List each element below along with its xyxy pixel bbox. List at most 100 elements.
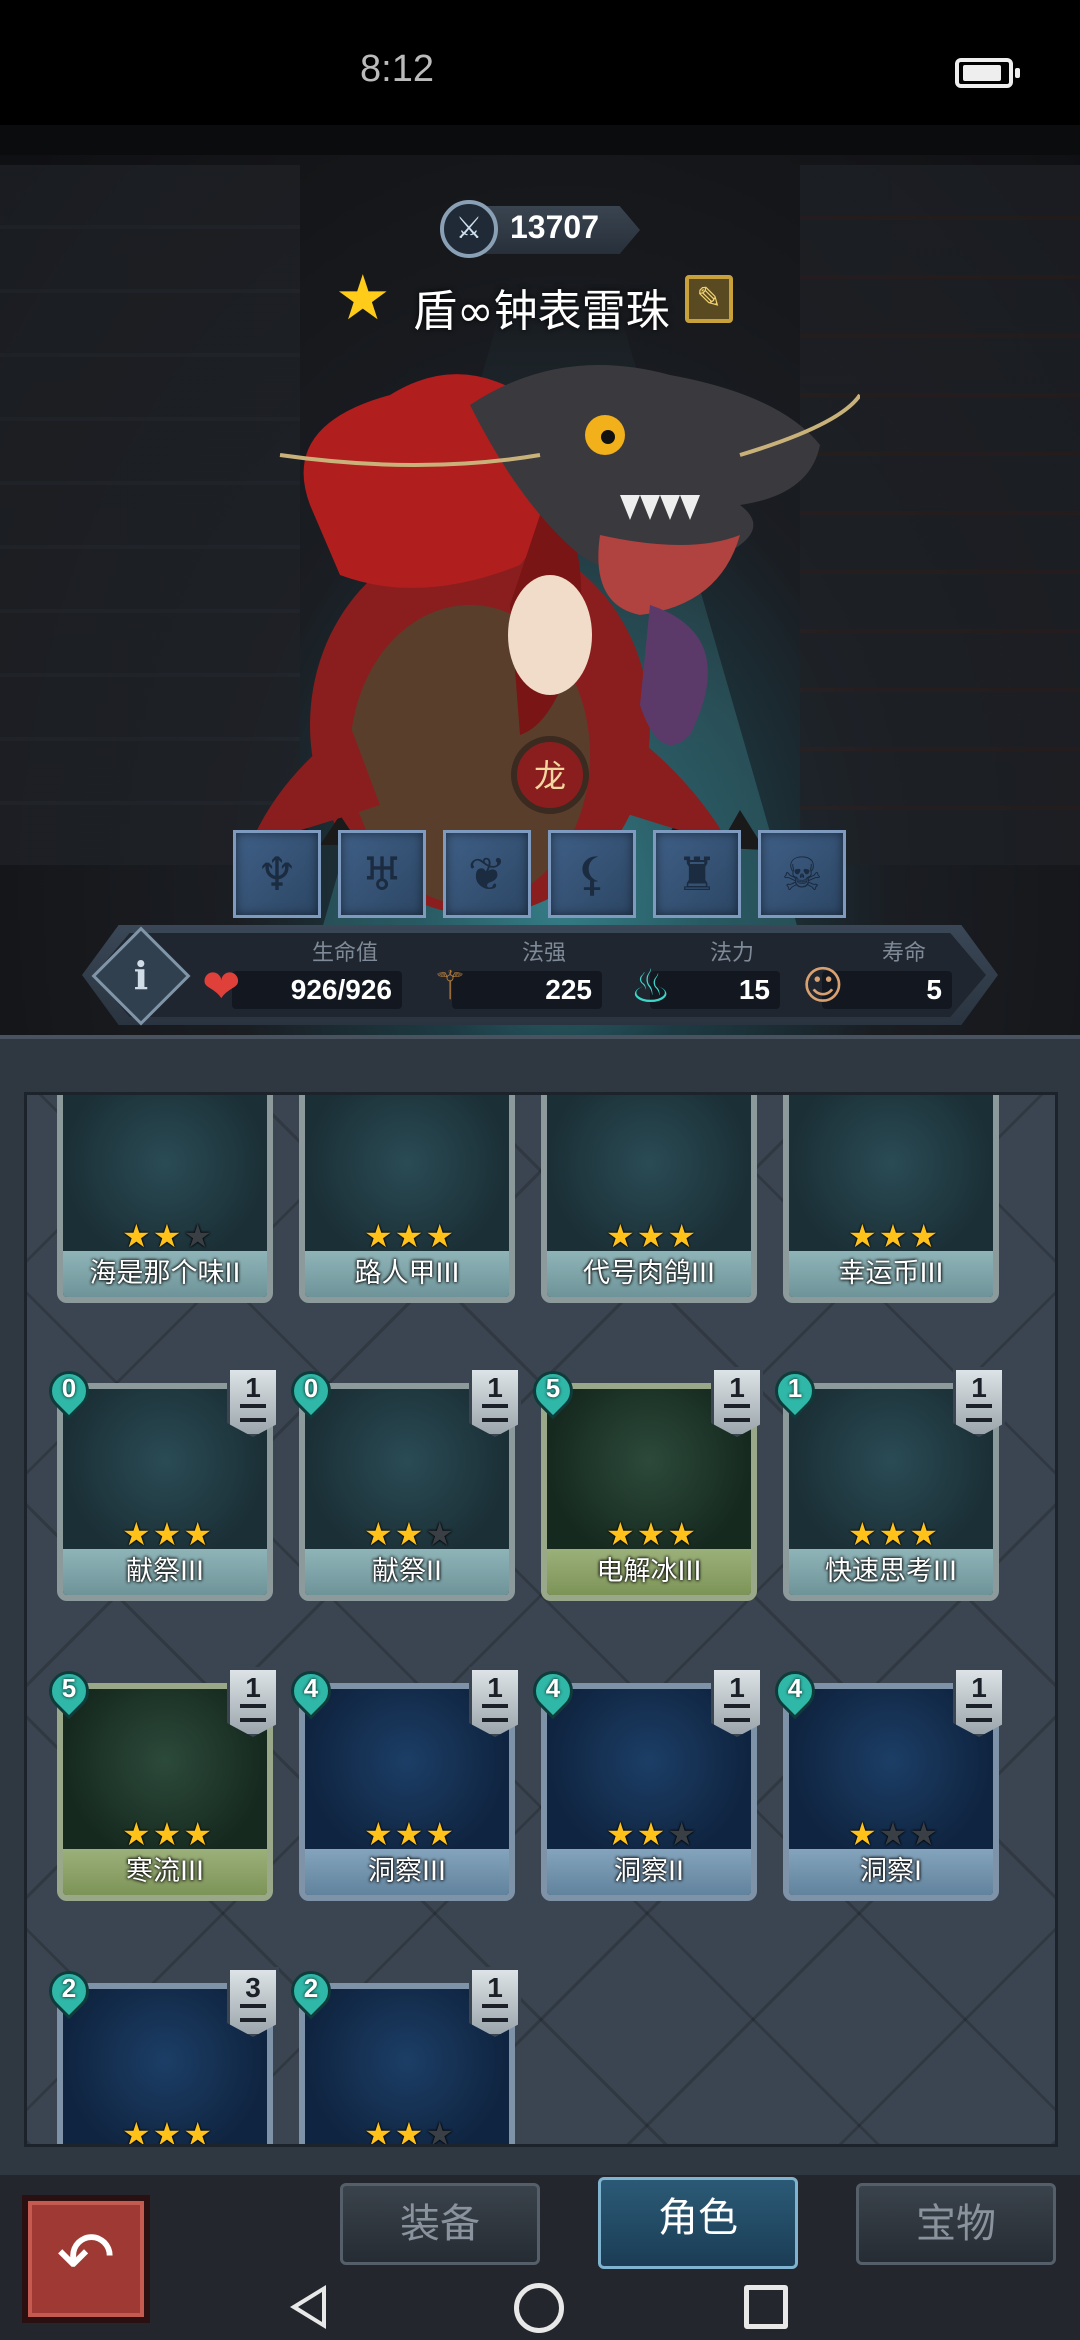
card-name: 洞察II — [547, 1849, 751, 1895]
stack-icon — [482, 1404, 508, 1422]
star-icon: ★ — [121, 1815, 151, 1853]
stat-spell-box: 225 — [452, 971, 602, 1009]
stack-icon — [724, 1704, 750, 1722]
stat-hp: 生命值 926/926 ❤ — [202, 935, 402, 1015]
mana-cost-value: 4 — [303, 1673, 319, 1703]
star-icon: ★ — [847, 1815, 877, 1853]
star-icon: ★ — [909, 1815, 939, 1853]
star-icon: ★ — [183, 2115, 213, 2147]
card[interactable]: ★ ★ ★ 海是那个味II — [57, 1095, 273, 1303]
mana-cost-badge: 1 — [766, 1362, 824, 1420]
card[interactable]: ★ ★ ★ 代号肉鸽III — [541, 1095, 757, 1303]
nav-home-icon[interactable] — [514, 2283, 564, 2333]
muscle-icon[interactable]: ♅ — [338, 830, 426, 918]
star-icon: ★ — [605, 1515, 635, 1553]
tab-equipment[interactable]: 装备 — [340, 2183, 540, 2265]
tab-treasure[interactable]: 宝物 — [856, 2183, 1056, 2265]
mana-cost-badge: 0 — [40, 1362, 98, 1420]
star-icon: ★ — [394, 1217, 424, 1255]
tower-icon[interactable]: ♜ — [653, 830, 741, 918]
stat-life-label: 寿命 — [882, 941, 927, 966]
card[interactable]: ★ ★ ★ 洞察III 4 1 — [282, 1662, 521, 1901]
mana-cost-badge: 5 — [40, 1662, 98, 1720]
stat-mana: 法力 15 ♨ — [630, 935, 780, 1015]
card-frame: ★ ★ ★ 代号肉鸽III — [541, 1095, 757, 1303]
card[interactable]: ★ ★ ★ 献祭II 0 1 — [282, 1362, 521, 1601]
star-icon: ★ — [152, 1815, 182, 1853]
skull-icon[interactable]: ☠ — [758, 830, 846, 918]
stack-icon — [482, 2004, 508, 2022]
status-bar: 8:12 — [0, 0, 1080, 125]
star-icon: ★ — [363, 1217, 393, 1255]
tab-character[interactable]: 角色 — [598, 2177, 798, 2269]
stat-spell-label: 法强 — [522, 941, 567, 966]
stack-icon — [240, 1404, 266, 1422]
card[interactable]: ★ ★ ★ 2 1 — [282, 1962, 521, 2147]
card[interactable]: ★ ★ ★ 寒流III 5 1 — [40, 1662, 279, 1901]
card[interactable]: ★ ★ ★ 洞察I 4 1 — [766, 1662, 1005, 1901]
star-rating: ★ ★ ★ — [833, 1817, 953, 1851]
claw-icon[interactable]: ⚸ — [548, 830, 636, 918]
card[interactable]: ★ ★ ★ 路人甲III — [299, 1095, 515, 1303]
star-icon: ★ — [667, 1815, 697, 1853]
card[interactable]: ★ ★ ★ 电解冰III 5 1 — [524, 1362, 763, 1601]
star-icon: ★ — [667, 1515, 697, 1553]
star-icon: ★ — [425, 1217, 455, 1255]
star-icon: ★ — [183, 1515, 213, 1553]
card-count-badge: 1 — [953, 1367, 1005, 1437]
star-icon: ★ — [394, 1815, 424, 1853]
card-name: 海是那个味II — [63, 1251, 267, 1297]
dragon-icon[interactable]: ♆ — [233, 830, 321, 918]
mana-cost-value: 4 — [787, 1673, 803, 1703]
nav-recent-icon[interactable] — [744, 2285, 788, 2329]
card-count-value: 1 — [487, 1372, 503, 1403]
card-name: 快速思考III — [789, 1549, 993, 1595]
power-value: 13707 — [510, 209, 599, 245]
card[interactable]: ★ ★ ★ 快速思考III 1 1 — [766, 1362, 1005, 1601]
card-count-value: 1 — [245, 1672, 261, 1703]
star-rating: ★ ★ ★ — [591, 1517, 711, 1551]
wing-icon[interactable]: ❦ — [443, 830, 531, 918]
star-icon: ★ — [425, 1515, 455, 1553]
card-name: 电解冰III — [547, 1549, 751, 1595]
card[interactable]: ★ ★ ★ 献祭III 0 1 — [40, 1362, 279, 1601]
star-rating: ★ ★ ★ — [833, 1219, 953, 1253]
card-count-value: 1 — [971, 1372, 987, 1403]
stat-mana-label: 法力 — [710, 941, 755, 966]
star-icon: ★ — [394, 1515, 424, 1553]
card-name: 献祭II — [305, 1549, 509, 1595]
card-name: 代号肉鸽III — [547, 1251, 751, 1297]
card-count-badge: 3 — [227, 1967, 279, 2037]
card-count-badge: 1 — [711, 1367, 763, 1437]
star-rating: ★ ★ ★ — [349, 1817, 469, 1851]
card-count-badge: 1 — [227, 1367, 279, 1437]
card-count-badge: 1 — [953, 1667, 1005, 1737]
star-rating: ★ ★ ★ — [591, 1817, 711, 1851]
card-count-value: 3 — [245, 1972, 261, 2003]
card-grid[interactable]: ★ ★ ★ 海是那个味II ★ ★ ★ 路人甲III ★ ★ ★ 代号肉鸽III ★ ★ ★ 幸运币III ★ ★… — [24, 1092, 1058, 2147]
card-count-badge: 1 — [469, 1367, 521, 1437]
star-icon: ★ — [394, 2115, 424, 2147]
star-icon: ★ — [121, 1515, 151, 1553]
power-icon: ⚔ — [440, 200, 498, 258]
card[interactable]: ★ ★ ★ 洞察II 4 1 — [524, 1662, 763, 1901]
nav-back-icon[interactable] — [290, 2285, 326, 2329]
card-frame: ★ ★ ★ 路人甲III — [299, 1095, 515, 1303]
stack-icon — [966, 1404, 992, 1422]
card-count-badge: 1 — [469, 1667, 521, 1737]
mana-cost-value: 2 — [61, 1973, 77, 2003]
stack-icon — [966, 1704, 992, 1722]
card-count-value: 1 — [487, 1972, 503, 2003]
stat-hp-box: 926/926 — [232, 971, 402, 1009]
mana-cost-badge: 4 — [766, 1662, 824, 1720]
card-frame: ★ ★ ★ 幸运币III — [783, 1095, 999, 1303]
star-icon: ★ — [152, 1515, 182, 1553]
card-name: 路人甲III — [305, 1251, 509, 1297]
card-name: 献祭III — [63, 1549, 267, 1595]
card[interactable]: ★ ★ ★ 幸运币III — [783, 1095, 999, 1303]
mana-cost-badge: 5 — [524, 1362, 582, 1420]
mana-cost-value: 5 — [61, 1673, 77, 1703]
star-icon: ★ — [605, 1815, 635, 1853]
star-rating: ★ ★ ★ — [349, 2115, 469, 2147]
card[interactable]: ★ ★ ★ 2 3 — [40, 1962, 279, 2147]
